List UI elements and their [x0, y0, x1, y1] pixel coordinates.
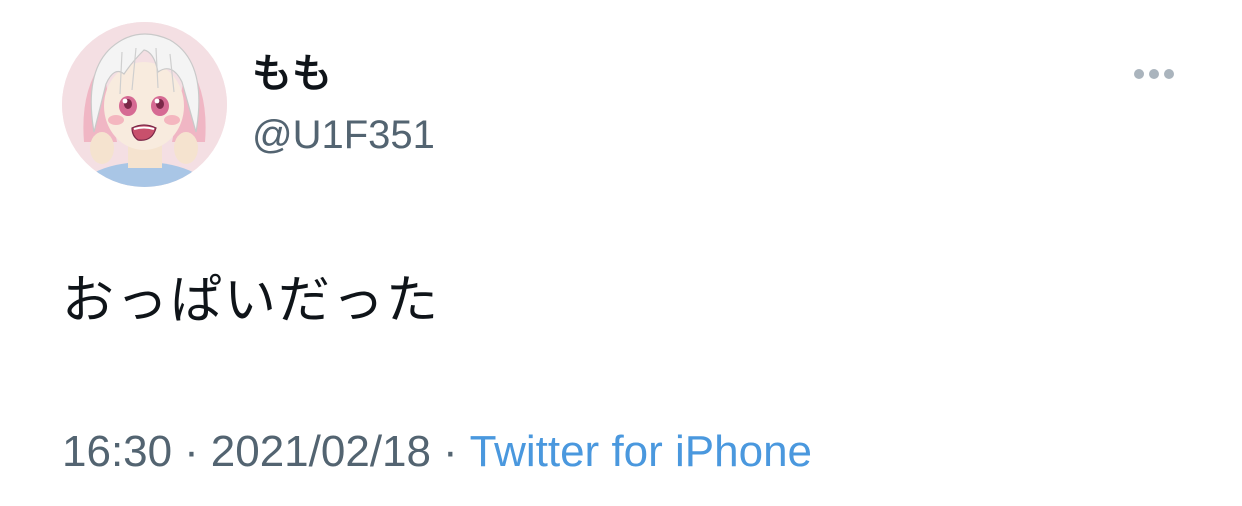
meta-separator: · [442, 427, 458, 476]
tweet-source-link[interactable]: Twitter for iPhone [470, 427, 812, 476]
tweet-date[interactable]: 2021/02/18 [211, 427, 431, 476]
more-horizontal-icon [1134, 69, 1174, 79]
anime-girl-avatar-icon [62, 22, 227, 187]
avatar[interactable] [62, 22, 227, 187]
tweet-time[interactable]: 16:30 [62, 427, 172, 476]
meta-separator: · [184, 427, 199, 476]
display-name[interactable]: もも [252, 48, 332, 100]
user-handle[interactable]: @U1F351 [252, 110, 435, 160]
tweet-text: おっぱいだった [62, 271, 441, 331]
more-options-button[interactable] [1126, 58, 1182, 90]
tweet-meta: 16:30 · 2021/02/18 · Twitter for iPhone [62, 424, 812, 480]
